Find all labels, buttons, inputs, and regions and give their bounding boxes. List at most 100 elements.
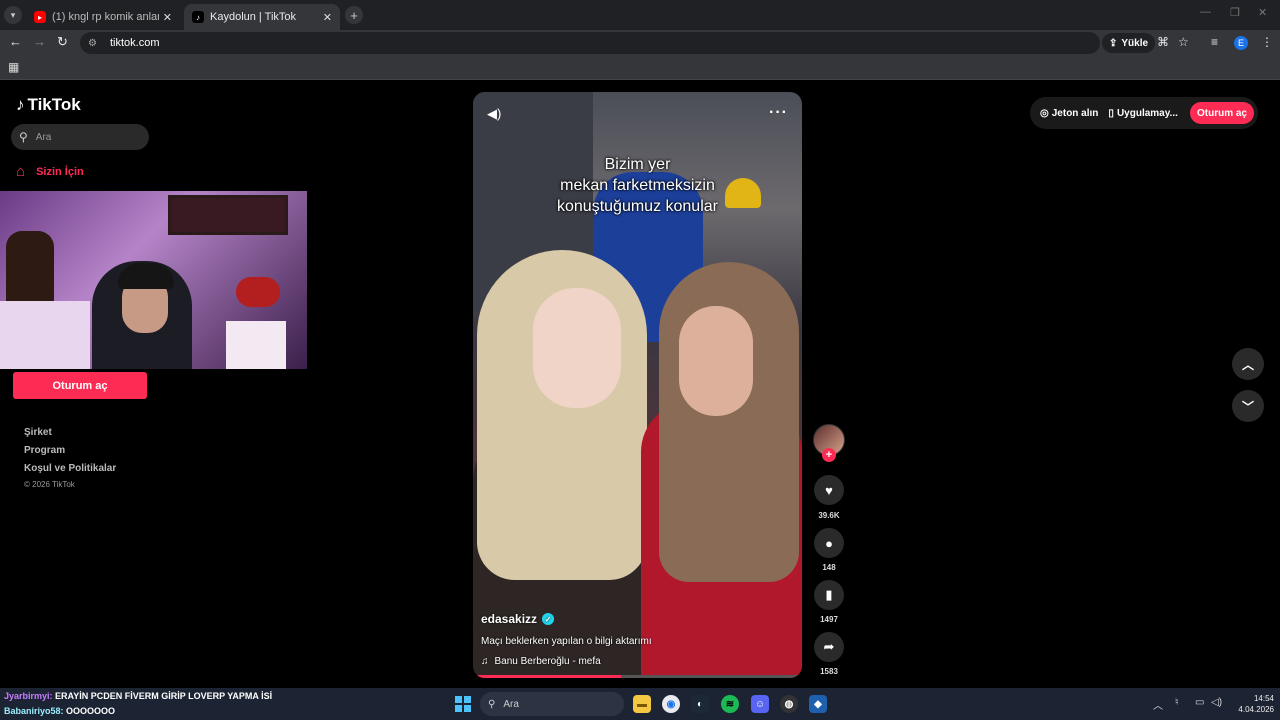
logo-text: TikTok [27, 95, 81, 114]
cabinet [0, 301, 90, 369]
tab-youtube[interactable]: ▸ (1) kngl rp komik anlar - YouTu ✕ [26, 4, 180, 30]
share-button[interactable]: ➦ [814, 632, 844, 662]
sidebar-login-button[interactable]: Oturum aç [13, 372, 147, 399]
shelf-figures [6, 231, 54, 311]
mute-icon[interactable]: ◀) [487, 106, 501, 122]
windows-taskbar: Jyarbirmyi: ERAYİN PCDEN FİVERM GİRİP LO… [0, 688, 1280, 720]
next-video-button[interactable]: ﹀ [1232, 390, 1264, 422]
close-window-icon[interactable]: ✕ [1258, 6, 1267, 19]
chevron-up-icon: ︿ [1241, 357, 1254, 372]
clock-time: 14:54 [1253, 694, 1274, 703]
video-progress-bar[interactable] [473, 675, 802, 678]
tiktok-logo[interactable]: ♪ TikTok [16, 95, 81, 115]
bookmark-star-icon[interactable]: ☆ [1178, 35, 1189, 49]
caption-line: mekan farketmeksizin [560, 177, 715, 194]
chat-message: Babaniriyo58: OOOOOOO [4, 706, 115, 716]
tab-tiktok[interactable]: ♪ Kaydolun | TikTok ✕ [184, 4, 340, 30]
video-music[interactable]: ♫ Banu Berberoğlu - mefa [481, 656, 601, 667]
side-table [226, 321, 286, 369]
sidebar-item-for-you[interactable]: ⌂ Sizin İçin [16, 163, 84, 180]
caption-line: konuştuğumuz konular [557, 198, 718, 215]
progress-fill [473, 675, 622, 678]
get-app-button[interactable]: ▯ Uygulamay... [1108, 108, 1177, 119]
taskbar-search[interactable]: ⚲ Ara [480, 692, 624, 716]
file-explorer-icon[interactable]: ▬ [633, 695, 651, 713]
tiktok-note-icon: ♪ [16, 95, 25, 114]
steam-icon[interactable]: ◐ [691, 695, 709, 713]
chat-user: Jyarbirmyi: [4, 691, 53, 701]
get-coins-button[interactable]: ◎ Jeton alın [1040, 108, 1098, 119]
chat-message: Jyarbirmyi: ERAYİN PCDEN FİVERM GİRİP LO… [4, 691, 272, 701]
reload-icon[interactable]: ↻ [57, 34, 68, 50]
video-player[interactable]: Bizim yer mekan farketmeksizin konuştuğu… [473, 92, 802, 678]
taskbar-clock[interactable]: 14:54 4.04.2026 [1228, 693, 1274, 715]
tab-title: Kaydolun | TikTok [210, 11, 297, 23]
maximize-icon[interactable]: ❐ [1230, 6, 1240, 19]
tray-chevron-icon[interactable]: ︿ [1153, 697, 1163, 712]
browser-tab-strip: ▾ ▸ (1) kngl rp komik anlar - YouTu ✕ ♪ … [0, 0, 1280, 30]
footer-copyright: © 2026 TikTok [24, 480, 75, 489]
address-bar[interactable]: ⚙ tiktok.com [80, 32, 1100, 54]
save-button[interactable]: ▮ [814, 580, 844, 610]
header-login-button[interactable]: Oturum aç [1189, 102, 1254, 124]
youtube-icon: ▸ [34, 11, 46, 23]
volume-icon[interactable]: ◁) [1211, 697, 1222, 708]
footer-program-link[interactable]: Program [24, 445, 65, 456]
apps-grid-icon[interactable]: ▦ [8, 60, 19, 74]
verified-icon: ✓ [542, 613, 555, 625]
network-icon[interactable]: ▭ [1195, 697, 1204, 708]
menu-icon[interactable]: ⋮ [1261, 35, 1273, 49]
taskbar-search-placeholder: Ara [503, 698, 519, 710]
chrome-icon[interactable]: ◉ [662, 695, 680, 713]
discord-icon[interactable]: ☺ [751, 695, 769, 713]
streamer-hair [118, 263, 174, 289]
close-tab-icon[interactable]: ✕ [163, 11, 172, 24]
follow-plus-icon[interactable]: + [822, 448, 836, 462]
windows-start-icon[interactable] [455, 696, 471, 712]
spotify-icon[interactable]: ≋ [721, 695, 739, 713]
app-icon[interactable]: ◆ [809, 695, 827, 713]
minimize-icon[interactable]: — [1200, 6, 1211, 18]
translate-icon[interactable]: ⌘ [1157, 35, 1169, 49]
comment-button[interactable]: ● [814, 528, 844, 558]
share-count: 1583 [820, 667, 838, 676]
heart-icon: ♥ [825, 482, 833, 498]
chevron-down-icon: ﹀ [1241, 399, 1254, 414]
close-tab-icon[interactable]: ✕ [323, 11, 332, 24]
previous-video-button[interactable]: ︿ [1232, 348, 1264, 380]
footer-company-link[interactable]: Şirket [24, 427, 52, 438]
like-button[interactable]: ♥ [814, 475, 844, 505]
forward-icon[interactable]: → [33, 34, 46, 49]
upload-icon: ⇪ [1109, 37, 1118, 49]
upload-button[interactable]: ⇪ Yükle [1102, 33, 1156, 53]
home-icon: ⌂ [16, 163, 26, 180]
tab-search-button[interactable]: ▾ [4, 6, 22, 24]
like-count: 39.6K [818, 511, 840, 520]
microphone-icon[interactable]: ♮ [1175, 697, 1179, 708]
caption-line: Bizim yer [604, 156, 671, 173]
media-controls-icon[interactable]: ≡ [1211, 35, 1218, 49]
footer-terms-link[interactable]: Koşul ve Politikalar [24, 463, 116, 474]
chat-text: OOOOOOO [66, 706, 116, 716]
bookmarks-bar: ▦ [0, 56, 1280, 80]
site-info-icon[interactable]: ⚙ [88, 38, 100, 49]
more-options-icon[interactable]: ··· [769, 104, 788, 122]
url-text: tiktok.com [110, 37, 160, 49]
person-face [679, 306, 753, 416]
share-icon: ➦ [823, 639, 835, 654]
person-face [533, 288, 621, 408]
search-placeholder: Ara [35, 131, 52, 143]
profile-avatar[interactable]: E [1234, 36, 1248, 50]
red-lamp [236, 277, 280, 307]
new-tab-button[interactable]: + [345, 6, 363, 24]
back-icon[interactable]: ← [9, 34, 22, 49]
search-icon: ⚲ [19, 130, 28, 144]
obs-icon[interactable]: ◍ [780, 695, 798, 713]
username[interactable]: edasakizz [481, 612, 537, 626]
video-author[interactable]: edasakizz ✓ [481, 612, 555, 626]
music-title: Banu Berberoğlu - mefa [494, 656, 601, 667]
bookmark-icon: ▮ [825, 587, 833, 602]
webcam-overlay [0, 191, 307, 369]
search-input[interactable]: ⚲ Ara [11, 124, 149, 150]
app-label: Uygulamay... [1116, 107, 1178, 119]
